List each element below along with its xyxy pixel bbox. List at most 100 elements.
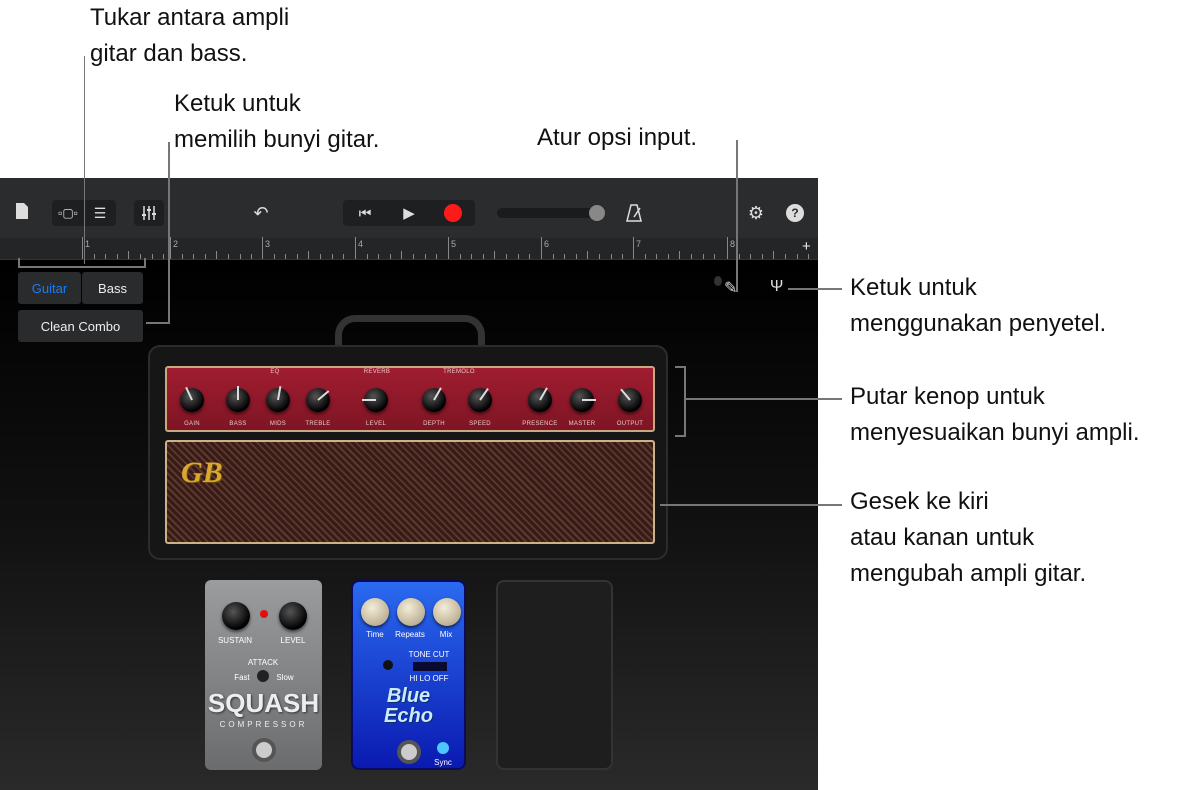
presence-knob[interactable] xyxy=(528,387,552,412)
speed-knob[interactable] xyxy=(468,387,492,412)
ruler-subtick xyxy=(140,254,141,259)
knob-pointer xyxy=(582,399,596,401)
knob-pointer xyxy=(185,386,193,401)
section-label-eq: EQ xyxy=(270,369,280,375)
ruler-subtick xyxy=(679,251,681,259)
callout-line: gitar dan bass. xyxy=(90,40,248,67)
ruler-subtick xyxy=(575,254,577,259)
output-label: OUTPUT xyxy=(616,421,644,427)
tone-cut-switch[interactable] xyxy=(413,662,447,671)
tracks-icon[interactable]: ☰ xyxy=(84,205,116,222)
gain-knob[interactable] xyxy=(180,386,204,412)
leader-line xyxy=(146,322,170,324)
fast-label: Fast xyxy=(234,673,250,682)
tuner-icon[interactable]: Ψ xyxy=(770,278,783,296)
callout-line: Ketuk untuk xyxy=(850,274,977,301)
ruler-subtick xyxy=(331,254,333,259)
ruler-subtick xyxy=(796,254,798,259)
sustain-knob[interactable] xyxy=(222,602,250,630)
footswitch[interactable] xyxy=(397,740,421,764)
volume-slider-thumb[interactable] xyxy=(589,205,605,221)
guitar-tab[interactable]: Guitar xyxy=(18,272,81,304)
sync-label: Sync xyxy=(434,758,452,767)
knob-pointer xyxy=(237,386,239,400)
ruler-subtick xyxy=(296,254,298,259)
ruler-bar-number: 8 xyxy=(730,239,736,249)
callout-line: Gesek ke kiri xyxy=(850,488,989,515)
ruler-subtick xyxy=(667,254,669,259)
ruler-subtick xyxy=(622,254,624,259)
level-knob[interactable] xyxy=(362,388,388,412)
logo-line: Echo xyxy=(384,705,433,727)
callout-choose-sound: Ketuk untuk memilih bunyi gitar. xyxy=(174,86,379,158)
level-knob[interactable] xyxy=(279,602,307,630)
amp-control-panel: EQ REVERB TREMOLO GAIN BASS MIDS TREBLE LEVE… xyxy=(165,366,655,432)
ruler-subtick xyxy=(494,251,496,259)
led-indicator xyxy=(260,610,268,618)
view-toggle-icon[interactable]: ▫▢▫ xyxy=(52,206,84,220)
document-icon[interactable] xyxy=(12,200,32,222)
section-label-reverb: REVERB xyxy=(363,369,391,375)
sync-button[interactable] xyxy=(437,742,449,754)
ruler-subtick xyxy=(93,254,95,259)
ruler-subtick xyxy=(163,254,165,259)
undo-icon[interactable]: ↶ xyxy=(250,202,272,224)
knob-pointer xyxy=(620,388,631,401)
output-knob[interactable] xyxy=(618,388,642,412)
add-section-button[interactable]: + xyxy=(802,238,811,255)
bass-knob[interactable] xyxy=(226,386,250,412)
attack-switch[interactable] xyxy=(257,670,269,682)
ruler-subtick xyxy=(599,254,600,259)
repeats-knob[interactable] xyxy=(397,598,425,626)
ruler-subtick xyxy=(773,251,775,259)
bass-label: BASS xyxy=(229,421,247,427)
mids-knob[interactable] xyxy=(266,386,290,412)
footswitch[interactable] xyxy=(252,738,276,762)
master-label: MASTER xyxy=(568,421,596,427)
preset-button[interactable]: Clean Combo xyxy=(18,310,143,342)
amp-head[interactable]: EQ REVERB TREMOLO GAIN BASS MIDS TREBLE LEVE… xyxy=(148,345,668,560)
callout-line: menyesuaikan bunyi ampli. xyxy=(850,419,1140,446)
treble-knob[interactable] xyxy=(306,388,330,412)
ruler-subtick xyxy=(105,254,107,259)
master-knob[interactable] xyxy=(570,388,596,412)
bass-tab[interactable]: Bass xyxy=(82,272,143,304)
ruler-subtick xyxy=(459,254,461,259)
ruler-subtick xyxy=(228,254,229,259)
treble-label: TREBLE xyxy=(305,421,331,427)
squash-compressor-pedal[interactable]: SUSTAIN LEVEL ATTACK Fast Slow SQUASH CO… xyxy=(205,580,322,770)
mix-label: Mix xyxy=(439,630,453,639)
gain-label: GAIN xyxy=(184,421,200,427)
time-knob[interactable] xyxy=(361,598,389,626)
leader-line xyxy=(84,56,85,264)
time-label: Time xyxy=(366,630,384,639)
timeline-ruler[interactable]: 1 2 3 4 5 6 7 8 + xyxy=(0,237,818,260)
leader-bracket xyxy=(675,435,685,437)
go-to-start-icon[interactable]: ⏮ xyxy=(343,205,387,222)
mixer-icon[interactable] xyxy=(134,200,164,226)
empty-pedal-slot[interactable] xyxy=(496,580,613,770)
ruler-subtick xyxy=(552,254,554,259)
pedal-name: SQUASH xyxy=(207,688,320,718)
leader-bracket xyxy=(18,258,20,268)
ruler-subtick xyxy=(343,254,345,259)
callout-line: Tukar antara ampli xyxy=(90,4,290,31)
speed-label: SPEED xyxy=(469,421,491,427)
mix-knob[interactable] xyxy=(433,598,461,626)
blue-echo-pedal[interactable]: Time Repeats Mix TONE CUT HI LO OFF Blue… xyxy=(351,580,466,770)
help-icon[interactable]: ? xyxy=(786,204,804,222)
record-icon[interactable] xyxy=(431,204,475,222)
play-icon[interactable]: ▶ xyxy=(387,204,431,222)
metronome-icon[interactable] xyxy=(624,202,644,224)
settings-icon[interactable]: ⚙ xyxy=(745,202,767,224)
ruler-subtick xyxy=(378,254,380,259)
ruler-subtick xyxy=(738,254,740,259)
ruler-bar-number: 7 xyxy=(636,239,642,249)
depth-knob[interactable] xyxy=(422,387,446,412)
ruler-subtick xyxy=(750,254,752,259)
volume-slider[interactable] xyxy=(497,205,605,221)
slow-label: Slow xyxy=(276,673,294,682)
ruler-bar-tick xyxy=(633,237,634,259)
ruler-bar-tick xyxy=(355,237,356,259)
level-label: LEVEL xyxy=(280,636,306,645)
